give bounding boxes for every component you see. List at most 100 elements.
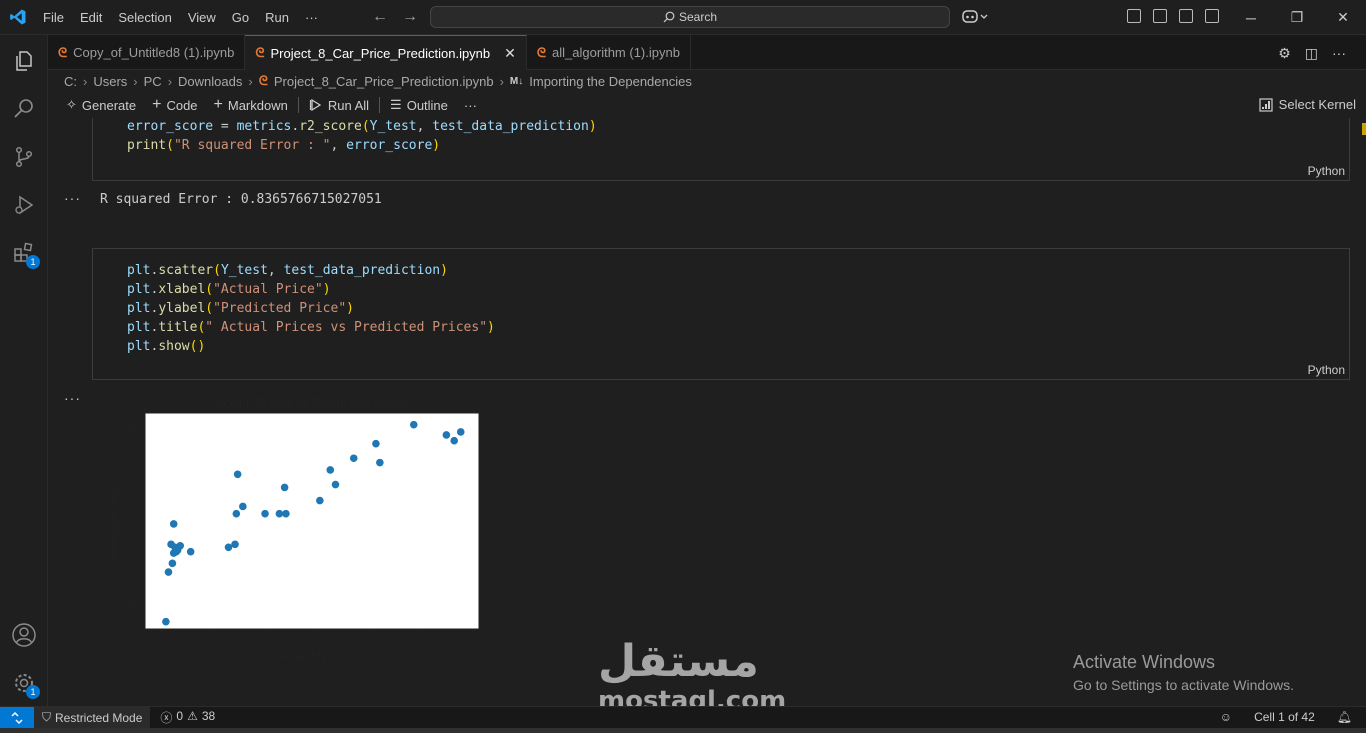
- plus-icon: +: [213, 96, 223, 113]
- breadcrumb-section[interactable]: Importing the Dependencies: [529, 74, 692, 89]
- search-label: Search: [678, 10, 718, 24]
- back-arrow-icon[interactable]: ←: [372, 8, 388, 26]
- toolbar-more-button[interactable]: ···: [456, 98, 485, 113]
- run-debug-icon[interactable]: [0, 181, 48, 229]
- toolbar-divider: [379, 97, 381, 113]
- notebook-toolbar: ✧ Generate + Code + Markdown Run All ☰ O…: [48, 93, 1366, 117]
- accounts-icon[interactable]: [0, 611, 48, 659]
- warning-icon: ⚠: [187, 709, 198, 723]
- more-actions-icon[interactable]: ···: [1332, 45, 1346, 62]
- scatter-point: [275, 509, 284, 518]
- source-control-icon[interactable]: [0, 133, 48, 181]
- chevron-right-icon: ›: [248, 73, 253, 89]
- tab-copy-of-untitled8[interactable]: ᘓ Copy_of_Untitled8 (1).ipynb: [48, 35, 246, 70]
- scatter-point: [456, 428, 465, 436]
- y-tick-label: 10: [127, 425, 139, 435]
- code-editor[interactable]: error_score = metrics.r2_score(Y_test, t…: [93, 118, 1349, 155]
- markdown-icon: M↓: [509, 75, 524, 87]
- breadcrumb-downloads[interactable]: Downloads: [178, 74, 242, 89]
- breadcrumb: C: › Users › PC › Downloads › ᘓ Project_8_Ca…: [48, 70, 1366, 92]
- restore-icon[interactable]: ❐: [1274, 0, 1320, 35]
- scatter-point: [280, 483, 289, 492]
- title-bar: File Edit Selection View Go Run ··· ← → …: [0, 0, 1366, 35]
- notebook-editor: error_score = metrics.r2_score(Y_test, t…: [48, 118, 1366, 706]
- settings-badge: 1: [26, 685, 40, 699]
- tab-all-algorithm[interactable]: ᘓ all_algorithm (1).ipynb: [527, 35, 691, 70]
- extensions-icon[interactable]: 1: [0, 229, 48, 277]
- explorer-icon[interactable]: [0, 37, 48, 85]
- cell-language[interactable]: Python: [1308, 164, 1345, 178]
- cell-position[interactable]: Cell 1 of 42: [1254, 710, 1315, 724]
- error-count: 0: [176, 709, 184, 723]
- scatter-point: [232, 509, 241, 518]
- x-tick-label: 10: [416, 637, 428, 647]
- scatter-point: [162, 617, 170, 626]
- toggle-primary-sidebar-icon[interactable]: [1153, 9, 1167, 23]
- copilot-icon[interactable]: [962, 9, 990, 28]
- restricted-mode-button[interactable]: ⛉ Restricted Mode: [34, 706, 151, 729]
- scatter-point: [409, 420, 418, 429]
- scatter-point: [239, 502, 247, 511]
- scatter-point: [164, 568, 173, 576]
- scatter-plot: Actual Prices vs Predicted Prices 0 2 4 6 8 10…: [109, 396, 480, 662]
- breadcrumb-pc[interactable]: PC: [144, 74, 162, 89]
- jupyter-icon: ᘓ: [536, 44, 547, 60]
- tab-project-8-car-price[interactable]: ᘓ Project_8_Car_Price_Prediction.ipynb ✕: [245, 35, 527, 70]
- split-editor-icon[interactable]: ◫: [1305, 45, 1318, 62]
- notebook-settings-icon[interactable]: ⚙: [1278, 45, 1291, 62]
- search-sidebar-icon[interactable]: [0, 85, 48, 133]
- y-tick-label: 2: [132, 542, 138, 552]
- close-tab-icon[interactable]: ✕: [504, 45, 516, 62]
- customize-layout-icon[interactable]: [1127, 9, 1141, 23]
- output-actions-button[interactable]: ···: [64, 190, 81, 206]
- x-axis-label: Actual Price: [283, 651, 342, 662]
- problems-button[interactable]: ⓧ 0 ⚠ 38: [150, 709, 225, 726]
- outline-button[interactable]: ☰ Outline: [382, 97, 456, 113]
- scatter-point: [224, 543, 233, 552]
- navigation-arrows: ← →: [372, 8, 418, 26]
- select-kernel-button[interactable]: Select Kernel: [1259, 97, 1356, 112]
- menu-edit[interactable]: Edit: [72, 10, 110, 25]
- y-axis-label: Predicted Price: [109, 484, 120, 559]
- run-all-button[interactable]: Run All: [301, 98, 377, 113]
- menu-view[interactable]: View: [180, 10, 224, 25]
- breadcrumb-drive[interactable]: C:: [64, 74, 77, 89]
- menu-more[interactable]: ···: [297, 10, 326, 25]
- copilot-status-icon[interactable]: ☺: [1220, 710, 1232, 724]
- scatter-point: [176, 542, 185, 550]
- menu-file[interactable]: File: [35, 10, 72, 25]
- plot-area: [144, 412, 480, 630]
- menu-go[interactable]: Go: [224, 10, 257, 25]
- jupyter-icon: ᘓ: [258, 73, 268, 88]
- cell-language[interactable]: Python: [1308, 363, 1345, 377]
- generate-button[interactable]: ✧ Generate: [58, 97, 144, 113]
- generate-label: Generate: [81, 97, 137, 113]
- y-tick-label: 0: [132, 571, 138, 581]
- scatter-point: [261, 509, 269, 518]
- breadcrumb-users[interactable]: Users: [93, 74, 127, 89]
- minimize-icon[interactable]: ─: [1228, 0, 1274, 35]
- add-markdown-cell-button[interactable]: + Markdown: [206, 96, 296, 114]
- command-center-search[interactable]: Search: [430, 6, 950, 28]
- windows-activation-notice: Activate Windows Go to Settings to activ…: [1073, 652, 1294, 693]
- run-all-icon: [309, 98, 322, 112]
- jupyter-icon: ᘓ: [58, 44, 68, 60]
- breadcrumb-file[interactable]: Project_8_Car_Price_Prediction.ipynb: [274, 74, 494, 89]
- taskbar-edge: [0, 728, 1366, 733]
- toggle-secondary-sidebar-icon[interactable]: [1205, 9, 1219, 23]
- add-code-cell-button[interactable]: + Code: [144, 96, 205, 114]
- menu-selection[interactable]: Selection: [110, 10, 179, 25]
- forward-arrow-icon[interactable]: →: [402, 8, 418, 26]
- editor-actions: ⚙ ◫ ···: [1278, 45, 1346, 62]
- output-actions-button[interactable]: ···: [64, 390, 81, 406]
- notifications-bell-icon[interactable]: 🔔︎: [1337, 710, 1352, 724]
- close-window-icon[interactable]: ✕: [1320, 0, 1366, 35]
- code-cell[interactable]: plt.scatter(Y_test, test_data_prediction…: [92, 248, 1350, 380]
- menu-run[interactable]: Run: [257, 10, 297, 25]
- remote-icon[interactable]: [0, 706, 34, 729]
- x-tick-label: 2: [210, 637, 216, 647]
- code-editor[interactable]: plt.scatter(Y_test, test_data_prediction…: [93, 249, 1349, 356]
- toggle-panel-icon[interactable]: [1179, 9, 1193, 23]
- manage-gear-icon[interactable]: 1: [0, 659, 48, 707]
- code-cell[interactable]: error_score = metrics.r2_score(Y_test, t…: [92, 118, 1350, 181]
